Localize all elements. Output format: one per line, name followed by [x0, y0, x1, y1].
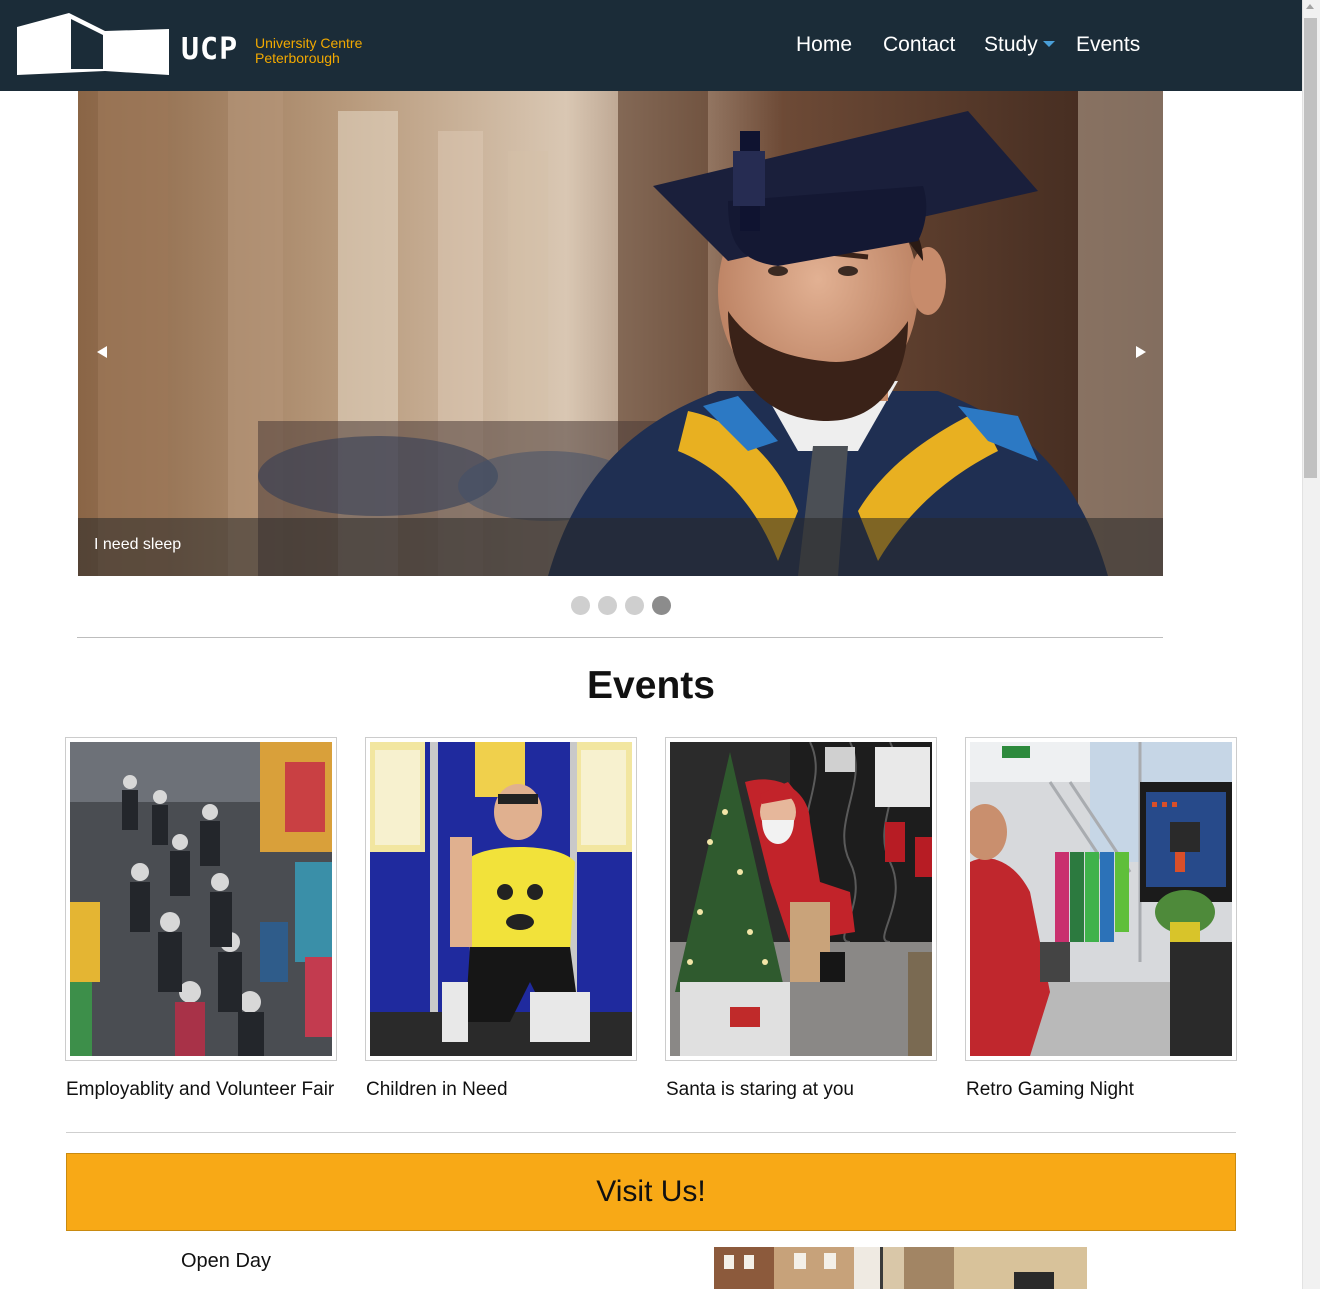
open-day-label: Open Day [181, 1250, 272, 1272]
nav-home-link[interactable]: Home [796, 31, 852, 59]
logo-line-1: University Centre [255, 35, 363, 51]
section-divider-2 [66, 1132, 1236, 1133]
caret-down-icon[interactable] [1043, 41, 1055, 47]
event-card-children-in-need[interactable] [365, 737, 637, 1061]
santa-photo [670, 742, 932, 1056]
event-card-fair[interactable] [65, 737, 337, 1061]
section-divider [77, 637, 1163, 638]
nav-events-link[interactable]: Events [1076, 31, 1140, 59]
event-card-retro-gaming[interactable] [965, 737, 1237, 1061]
visit-us-photo [714, 1247, 1087, 1289]
nav-contact-link[interactable]: Contact [883, 31, 955, 59]
fair-photo [70, 742, 332, 1056]
events-heading: Events [587, 664, 715, 707]
scrollbar-thumb[interactable] [1304, 18, 1317, 478]
carousel-prev-arrow-icon[interactable] [97, 346, 107, 358]
hero-carousel[interactable]: I need sleep [78, 91, 1163, 576]
carousel-dot-3[interactable] [625, 596, 644, 615]
logo-line-2: Peterborough [255, 50, 340, 66]
visit-us-heading: Visit Us! [596, 1175, 706, 1208]
carousel-dot-4[interactable] [652, 596, 671, 615]
retro-gaming-photo [970, 742, 1232, 1056]
event-card-santa[interactable] [665, 737, 937, 1061]
event-title-santa[interactable]: Santa is staring at you [666, 1078, 854, 1102]
ucp-building-logo-icon[interactable] [15, 13, 171, 77]
carousel-dot-1[interactable] [571, 596, 590, 615]
scroll-up-arrow-icon[interactable] [1306, 4, 1314, 9]
event-title-fair[interactable]: Employablity and Volunteer Fair [66, 1078, 334, 1102]
event-title-children-in-need[interactable]: Children in Need [366, 1078, 508, 1102]
carousel-next-arrow-icon[interactable] [1136, 346, 1146, 358]
carousel-caption-bar: I need sleep [78, 518, 1163, 576]
event-title-retro-gaming[interactable]: Retro Gaming Night [966, 1078, 1134, 1102]
carousel-dot-2[interactable] [598, 596, 617, 615]
logo-abbr: UCP [181, 32, 239, 67]
graduate-photo [78, 91, 1163, 576]
nav-study-dropdown[interactable]: Study [984, 31, 1038, 59]
visit-us-banner: Visit Us! [66, 1153, 1236, 1231]
children-in-need-photo [370, 742, 632, 1056]
carousel-caption: I need sleep [94, 536, 182, 553]
